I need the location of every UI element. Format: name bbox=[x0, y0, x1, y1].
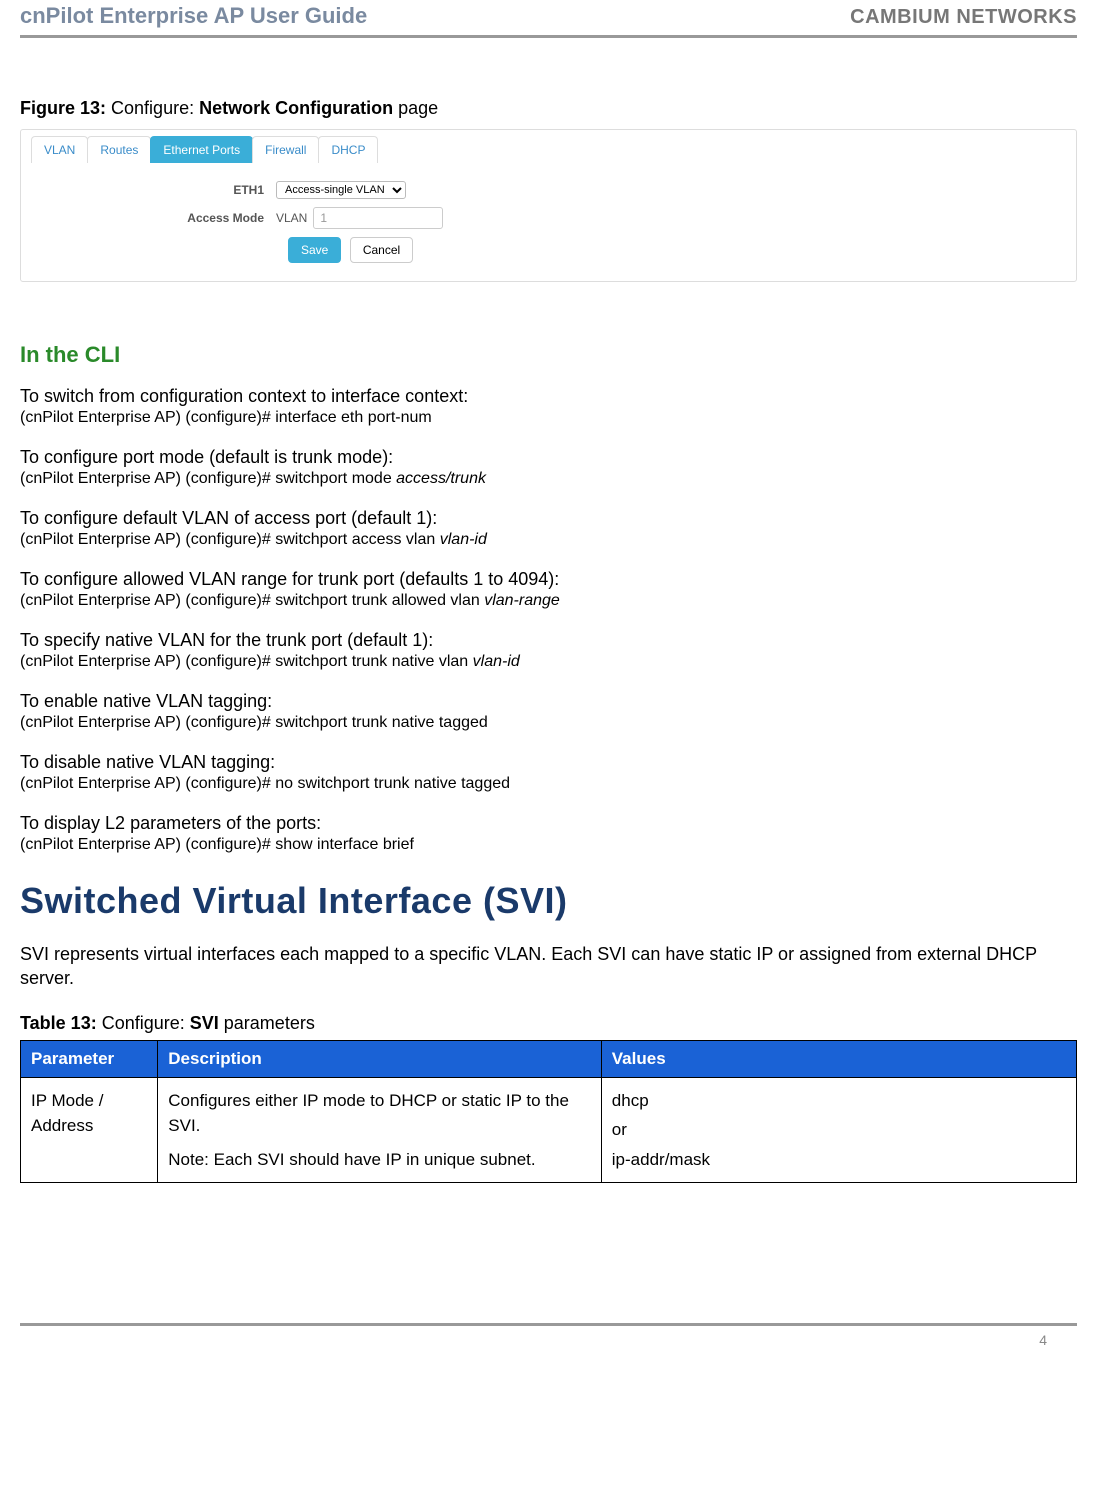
network-config-screenshot: VLAN Routes Ethernet Ports Firewall DHCP… bbox=[20, 129, 1077, 282]
cli-command: (cnPilot Enterprise AP) (configure)# swi… bbox=[20, 653, 1077, 671]
svi-body: SVI represents virtual interfaces each m… bbox=[20, 942, 1077, 991]
cell-values: dhcp or ip-addr/mask bbox=[601, 1077, 1076, 1183]
cli-block: To configure default VLAN of access port… bbox=[20, 508, 1077, 549]
figure-caption: Figure 13: Configure: Network Configurat… bbox=[20, 98, 1077, 119]
th-parameter: Parameter bbox=[21, 1040, 158, 1077]
doc-title: cnPilot Enterprise AP User Guide bbox=[20, 3, 367, 29]
th-description: Description bbox=[158, 1040, 602, 1077]
cancel-button[interactable]: Cancel bbox=[350, 237, 413, 263]
cell-param: IP Mode / Address bbox=[21, 1077, 158, 1183]
cli-desc: To disable native VLAN tagging: bbox=[20, 752, 1077, 773]
company-name: CAMBIUM NETWORKS bbox=[850, 6, 1077, 29]
cli-command: (cnPilot Enterprise AP) (configure)# swi… bbox=[20, 470, 1077, 488]
page-number: 4 bbox=[1039, 1332, 1047, 1348]
cli-command: (cnPilot Enterprise AP) (configure)# swi… bbox=[20, 531, 1077, 549]
cli-command: (cnPilot Enterprise AP) (configure)# swi… bbox=[20, 714, 1077, 732]
eth1-label: ETH1 bbox=[31, 183, 276, 197]
cli-desc: To configure allowed VLAN range for trun… bbox=[20, 569, 1077, 590]
vlan-input[interactable] bbox=[313, 207, 443, 229]
cli-desc: To configure default VLAN of access port… bbox=[20, 508, 1077, 529]
cell-desc: Configures either IP mode to DHCP or sta… bbox=[158, 1077, 602, 1183]
cli-heading: In the CLI bbox=[20, 342, 1077, 368]
vlan-inline-label: VLAN bbox=[276, 211, 307, 225]
cli-block: To configure allowed VLAN range for trun… bbox=[20, 569, 1077, 610]
table-row: IP Mode / Address Configures either IP m… bbox=[21, 1077, 1077, 1183]
cli-desc: To specify native VLAN for the trunk por… bbox=[20, 630, 1077, 651]
tab-ethernet-ports[interactable]: Ethernet Ports bbox=[150, 136, 253, 163]
eth1-mode-select[interactable]: Access-single VLAN bbox=[276, 181, 406, 199]
table-caption: Table 13: Configure: SVI parameters bbox=[20, 1013, 1077, 1034]
tab-firewall[interactable]: Firewall bbox=[252, 136, 319, 163]
cli-block: To configure port mode (default is trunk… bbox=[20, 447, 1077, 488]
cli-block: To switch from configuration context to … bbox=[20, 386, 1077, 427]
form-area: ETH1 Access-single VLAN Access Mode VLAN… bbox=[21, 163, 1076, 281]
cli-desc: To display L2 parameters of the ports: bbox=[20, 813, 1077, 834]
config-tabs: VLAN Routes Ethernet Ports Firewall DHCP bbox=[21, 130, 1076, 163]
access-mode-label: Access Mode bbox=[31, 211, 276, 225]
cli-command: (cnPilot Enterprise AP) (configure)# no … bbox=[20, 775, 1077, 793]
save-button[interactable]: Save bbox=[288, 237, 341, 263]
tab-dhcp[interactable]: DHCP bbox=[318, 136, 378, 163]
cli-block: To enable native VLAN tagging: (cnPilot E… bbox=[20, 691, 1077, 732]
cli-command: (cnPilot Enterprise AP) (configure)# sho… bbox=[20, 836, 1077, 854]
tab-vlan[interactable]: VLAN bbox=[31, 136, 88, 163]
th-values: Values bbox=[601, 1040, 1076, 1077]
cli-desc: To enable native VLAN tagging: bbox=[20, 691, 1077, 712]
svi-heading: Switched Virtual Interface (SVI) bbox=[20, 880, 1077, 922]
cli-command: (cnPilot Enterprise AP) (configure)# swi… bbox=[20, 592, 1077, 610]
tab-routes[interactable]: Routes bbox=[87, 136, 151, 163]
svi-parameters-table: Parameter Description Values IP Mode / A… bbox=[20, 1040, 1077, 1184]
cli-block: To display L2 parameters of the ports: (c… bbox=[20, 813, 1077, 854]
page-header: cnPilot Enterprise AP User Guide CAMBIUM… bbox=[20, 0, 1077, 38]
page-footer: 4 bbox=[20, 1323, 1077, 1358]
cli-desc: To switch from configuration context to … bbox=[20, 386, 1077, 407]
cli-block: To disable native VLAN tagging: (cnPilot … bbox=[20, 752, 1077, 793]
cli-command: (cnPilot Enterprise AP) (configure)# int… bbox=[20, 409, 1077, 427]
cli-desc: To configure port mode (default is trunk… bbox=[20, 447, 1077, 468]
cli-block: To specify native VLAN for the trunk por… bbox=[20, 630, 1077, 671]
